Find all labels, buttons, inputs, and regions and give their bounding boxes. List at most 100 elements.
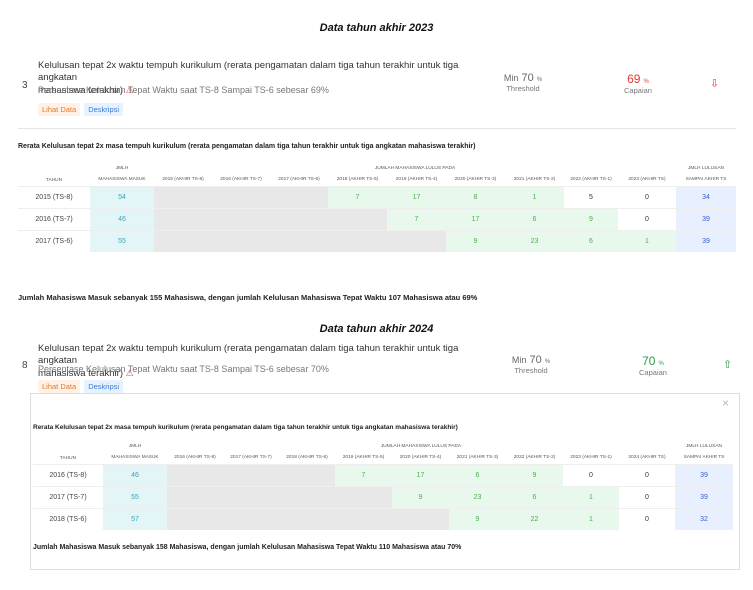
graduate-cell [223,485,279,508]
graduate-cell [279,485,335,508]
graduate-cell [328,229,387,252]
col-header-masuk: JMLH [115,165,129,171]
col-header: 2021 (AKHIR TS-2) [513,177,556,183]
graduate-cell [328,207,387,230]
col-header: 2016 (AKHIR TS-7) [220,177,262,183]
col-header: 2020 (AKHIR TS-3) [454,177,497,183]
graduate-cell: 1 [563,507,619,530]
graduate-cell: 9 [392,485,449,508]
col-header-masuk-2: MAHASISWA MASUK [98,177,146,183]
masuk-cell: 55 [90,229,154,252]
threshold-metric: Min 70 % Threshold [503,72,543,93]
graduate-cell: 9 [506,463,563,486]
graduate-cell: 9 [446,229,505,252]
table-body: 2015 (TS-8) 54 7 17 8 1 5 0 34 2016 (TS-7) 46 7 17 6 9… [18,185,736,252]
table-2024-title: Rerata Kelulusan tepat 2x masa tempuh ku… [33,424,458,431]
capaian-metric: 70 % Capaian [639,354,667,377]
lulusan-cell: 39 [676,229,736,252]
table-2023-title: Rerata Kelulusan tepat 2x masa tempuh ku… [18,143,476,150]
col-header: 2019 (AKHIR TS-4) [395,177,438,183]
graduate-cell: 17 [446,207,505,230]
col-header-lulusan-2: SAMPAI AKHIR TS [683,455,725,461]
graduate-cell [154,185,212,208]
table-row: 2015 (TS-8) 54 7 17 8 1 5 0 34 [18,185,736,208]
masuk-cell: 55 [103,485,167,508]
graduate-cell [335,507,392,530]
thumbs-down-icon: ⇩ [710,78,720,90]
graduate-cell [279,507,335,530]
col-header-lulusan-2: SAMPAI AKHIR TS [685,177,727,183]
graduate-cell: 9 [449,507,506,530]
graduate-cell [223,463,279,486]
col-header: 2023 (AKHIR TS-1) [570,455,612,461]
data-panel-2024: × Rerata Kelulusan tepat 2x masa tempuh … [30,393,740,570]
col-header: 2021 (AKHIR TS-3) [456,455,499,461]
col-header-masuk: JMLH [128,443,142,449]
graduate-cell: 8 [446,185,505,208]
indicator-subtitle: Persentase Kelulusan Tepat Waktu saat TS… [38,364,329,374]
indicator-card-2023[interactable]: 3 Kelulusan tepat 2x waktu tempuh kuriku… [18,52,736,122]
year-cell: 2017 (TS-6) [18,229,90,252]
graduate-cell [223,507,279,530]
year-cell: 2016 (TS-8) [33,463,103,486]
indicator-card-2024[interactable]: 8 Kelulusan tepat 2x waktu tempuh kuriku… [18,340,736,393]
graduate-cell: 17 [387,185,446,208]
graduate-cell [392,507,449,530]
graduate-cell [154,229,212,252]
graduate-cell: 23 [449,485,506,508]
graduate-cell: 17 [392,463,449,486]
masuk-cell: 54 [90,185,154,208]
capaian-metric: 69 % Capaian [624,72,652,95]
col-header: 2016 (AKHIR TS-8) [174,455,216,461]
section-2024-heading: Data tahun akhir 2024 [319,323,434,335]
description-button[interactable]: Deskripsi [84,380,124,393]
col-header: 2018 (AKHIR TS-5) [336,177,379,183]
graduate-cell: 6 [506,485,563,508]
indicator-subtitle: Persentase Kelulusan Tepat Waktu saat TS… [38,85,329,95]
masuk-cell: 46 [90,207,154,230]
view-data-button[interactable]: Lihat Data [38,380,81,393]
graduate-cell [212,229,270,252]
graduate-cell: 7 [328,185,387,208]
close-icon[interactable]: × [722,396,729,410]
graduate-cell [154,207,212,230]
graduate-cell [335,485,392,508]
graduate-cell [387,229,446,252]
indicator-index: 8 [22,360,28,371]
graduate-cell: 6 [505,207,564,230]
graduate-cell: 7 [335,463,392,486]
table-row: 2017 (TS-6) 55 9 23 6 1 39 [18,229,736,252]
description-button[interactable]: Deskripsi [84,103,124,116]
col-header: 2015 (AKHIR TS-8) [162,177,204,183]
graduate-cell: 0 [619,485,675,508]
graduate-cell: 1 [618,229,676,252]
col-header-tahun: TAHUN [45,178,63,183]
col-header: 2024 (AKHIR TS) [628,455,666,461]
graduate-cell: 22 [506,507,563,530]
year-cell: 2015 (TS-8) [18,185,90,208]
view-data-button[interactable]: Lihat Data [38,103,81,116]
col-header-masuk-2: MAHASISWA MASUK [111,455,159,461]
graduate-cell: 0 [619,463,675,486]
lulusan-cell: 34 [676,185,736,208]
graduate-cell: 0 [618,185,676,208]
col-header-tahun: TAHUN [59,456,77,461]
group-header: JUMLAH MAHASISWA LULUS PADA [374,165,456,171]
graduate-cell: 0 [563,463,619,486]
graduate-cell [270,207,328,230]
col-header: 2018 (AKHIR TS-6) [286,455,328,461]
summary-2023: Jumlah Mahasiswa Masuk sebanyak 155 Maha… [18,293,478,302]
masuk-cell: 57 [103,507,167,530]
graduate-cell [279,463,335,486]
table-row: 2017 (TS-7) 55 9 23 6 1 0 39 [33,485,733,508]
col-header: 2020 (AKHIR TS-4) [399,455,442,461]
table-2023-wrapper: JMLH JUMLAH MAHASISWA LULUS PADA JMLH LU… [18,162,736,252]
col-header: 2017 (AKHIR TS-7) [230,455,272,461]
lulusan-cell: 39 [675,485,733,508]
year-cell: 2018 (TS-6) [33,507,103,530]
graduate-cell [212,207,270,230]
col-header-lulusan: JMLH LULUSAN [686,443,722,449]
col-header: 2019 (AKHIR TS-5) [342,455,385,461]
lulusan-cell: 39 [675,463,733,486]
graduate-cell: 0 [618,207,676,230]
